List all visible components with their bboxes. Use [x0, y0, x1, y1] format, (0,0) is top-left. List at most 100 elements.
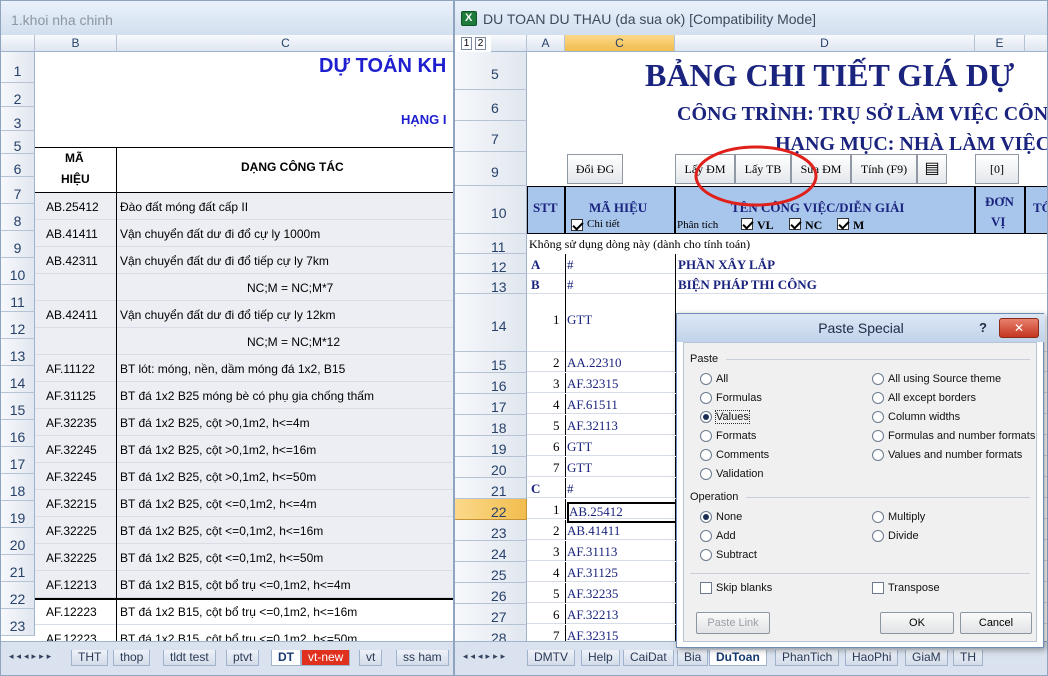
row-description[interactable]: BT đá 1x2 B25, cột >0,1m2, h<=50m — [120, 470, 316, 484]
row-code[interactable]: AF.32225 — [46, 551, 97, 565]
select-all-corner[interactable] — [1, 35, 35, 52]
row-header[interactable]: 18 — [455, 415, 527, 436]
row-header[interactable]: 20 — [455, 457, 527, 478]
toolbar-button-5[interactable]: [0] — [975, 154, 1019, 184]
row-name[interactable]: BIỆN PHÁP THI CÔNG — [678, 277, 817, 293]
row-header[interactable]: 16 — [455, 373, 527, 394]
right-sheet-nav-arrows[interactable]: ◂◂◂▸▸▸ — [463, 651, 508, 662]
row-description[interactable]: BT đá 1x2 B25, cột <=0,1m2, h<=50m — [120, 551, 323, 565]
paste-option-validation[interactable]: Validation — [700, 468, 764, 481]
row-header[interactable]: 5 — [455, 52, 527, 90]
sheet-tab-bia[interactable]: Bia — [677, 650, 709, 666]
column-header-e[interactable]: E — [975, 35, 1025, 52]
paste-option-all[interactable]: All — [700, 373, 728, 386]
left-sheet-nav-arrows[interactable]: ◂◂◂▸▸▸ — [9, 651, 54, 662]
row-code[interactable]: AF.31125 — [567, 565, 618, 581]
pane-button-2[interactable]: 2 — [475, 37, 486, 50]
row-description[interactable]: BT đá 1x2 B15, cột bổ trụ <=0,1m2, h<=16… — [120, 605, 357, 619]
sheet-tab-help[interactable]: Help — [581, 650, 620, 666]
row-name[interactable]: PHẦN XÂY LẮP — [678, 257, 775, 273]
sheet-tab-haophi[interactable]: HaoPhi — [845, 650, 899, 666]
sheet-tab-tldt-test[interactable]: tldt test — [163, 650, 216, 666]
left-workbook-window[interactable]: 1.khoi nha chinh B C 1 2 3 5 6 7 8 9 10 11 12 13 14 15 1… — [0, 0, 454, 676]
paste-option-right-0[interactable]: All using Source theme — [872, 373, 1001, 386]
row-header[interactable]: 12 — [1, 312, 35, 339]
operation-option-subtract[interactable]: Subtract — [700, 549, 757, 562]
operation-option-divide[interactable]: Divide — [872, 530, 919, 543]
row-description[interactable]: BT lót: móng, nền, dầm móng đá 1x2, B15 — [120, 362, 345, 376]
row-code[interactable]: AF.11122 — [46, 362, 95, 376]
radio-icon[interactable] — [872, 511, 884, 524]
row-header[interactable]: 21 — [455, 478, 527, 499]
row-description[interactable]: BT đá 1x2 B25 móng bè có phụ gia chống t… — [120, 389, 374, 403]
sheet-tab-th[interactable]: TH — [953, 650, 983, 666]
operation-option-add[interactable]: Add — [700, 530, 736, 543]
row-header[interactable]: 9 — [1, 231, 35, 258]
row-header[interactable]: 2 — [1, 83, 35, 107]
row-code[interactable]: AF.32225 — [46, 524, 97, 538]
radio-icon[interactable] — [872, 449, 884, 462]
row-header[interactable]: 23 — [1, 609, 35, 636]
row-code[interactable]: AF.32113 — [567, 418, 618, 434]
row-header[interactable]: 24 — [455, 541, 527, 562]
row-code[interactable]: AF.31113 — [567, 544, 617, 560]
row-code[interactable]: AF.32315 — [567, 628, 618, 641]
row-code[interactable]: # — [567, 257, 574, 273]
row-code[interactable]: AB.42311 — [46, 254, 98, 268]
row-header[interactable]: 28 — [455, 625, 527, 641]
row-header[interactable]: 22 — [455, 499, 527, 520]
radio-icon[interactable] — [700, 430, 712, 443]
radio-icon[interactable] — [700, 511, 712, 524]
left-sheet-grid[interactable]: B C 1 2 3 5 6 7 8 9 10 11 12 13 14 15 16 17 18 19 20 21 22 23 DỰ… — [1, 35, 453, 641]
row-code[interactable]: AB.41411 — [46, 227, 98, 241]
row-header[interactable]: 10 — [1, 258, 35, 285]
right-title-bar[interactable]: DU TOAN DU THAU (da sua ok) [Compatibili… — [455, 1, 1047, 35]
row-code[interactable]: AA.22310 — [567, 355, 622, 371]
row-header[interactable]: 17 — [1, 447, 35, 474]
cancel-button[interactable]: Cancel — [960, 612, 1032, 634]
sheet-tab-phantich[interactable]: PhanTich — [775, 650, 840, 666]
row-header[interactable]: 21 — [1, 555, 35, 582]
row-header[interactable]: 25 — [455, 562, 527, 583]
row-header[interactable]: 1 — [1, 52, 35, 83]
row-code[interactable]: GTT — [567, 439, 592, 455]
paste-option-formulas[interactable]: Formulas — [700, 392, 762, 405]
column-header-c[interactable]: C — [565, 35, 675, 52]
radio-icon[interactable] — [700, 549, 712, 562]
transpose-checkbox[interactable]: Transpose — [872, 582, 940, 595]
row-code[interactable]: AF.32235 — [46, 416, 97, 430]
radio-icon[interactable] — [872, 411, 884, 424]
row-header[interactable]: 22 — [1, 582, 35, 609]
row-header[interactable]: 12 — [455, 254, 527, 275]
paste-option-comments[interactable]: Comments — [700, 449, 769, 462]
row-header[interactable]: 14 — [1, 366, 35, 393]
nc-checkbox[interactable] — [789, 218, 801, 230]
row-code[interactable]: AB.25412 — [46, 200, 99, 214]
checkbox-box[interactable] — [872, 582, 884, 595]
row-description[interactable]: BT đá 1x2 B25, cột <=0,1m2, h<=4m — [120, 497, 317, 511]
radio-icon[interactable] — [872, 430, 884, 443]
row-code[interactable]: AF.32213 — [567, 607, 618, 623]
row-header[interactable]: 17 — [455, 394, 527, 415]
row-header[interactable]: 16 — [1, 420, 35, 447]
row-code[interactable]: AF.32235 — [567, 586, 618, 602]
sheet-tab-dutoan[interactable]: DuToan — [709, 650, 767, 666]
row-header[interactable]: 7 — [455, 121, 527, 152]
paste-option-values[interactable]: Values — [700, 410, 750, 424]
row-description[interactable]: Đào đất móng đất cấp II — [120, 200, 248, 214]
paste-option-right-3[interactable]: Formulas and number formats — [872, 430, 1035, 443]
m-checkbox[interactable] — [837, 218, 849, 230]
row-header[interactable]: 9 — [455, 152, 527, 186]
chi-tiet-checkbox[interactable] — [571, 219, 583, 231]
sheet-tab-giam[interactable]: GiaM — [905, 650, 948, 666]
close-button[interactable]: ✕ — [999, 318, 1039, 338]
row-header[interactable]: 13 — [455, 274, 527, 295]
row-code[interactable]: AB.42411 — [46, 308, 98, 322]
column-header-d[interactable]: D — [675, 35, 975, 52]
row-code[interactable]: AB.41411 — [567, 523, 620, 539]
left-title-bar[interactable]: 1.khoi nha chinh — [1, 1, 453, 35]
row-header[interactable]: 13 — [1, 339, 35, 366]
row-header[interactable]: 19 — [455, 436, 527, 457]
sheet-tab-vt[interactable]: vt — [359, 650, 383, 666]
column-header-f[interactable] — [1025, 35, 1047, 52]
